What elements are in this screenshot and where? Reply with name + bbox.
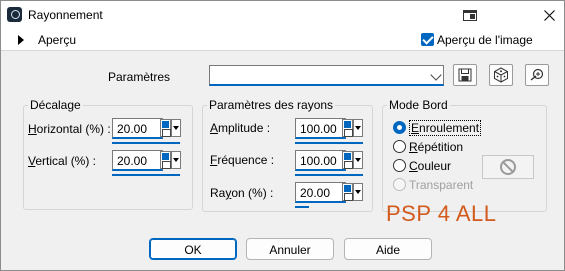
close-button[interactable] [535, 5, 563, 25]
edge-wrap-radio[interactable] [393, 121, 406, 134]
restore-preview-button[interactable] [456, 5, 484, 25]
offset-group-title: Décalage [28, 98, 83, 112]
chevron-down-icon [430, 69, 442, 81]
presets-combo[interactable] [209, 65, 444, 86]
cancel-button[interactable]: Annuler [246, 238, 334, 260]
radius-dropdown[interactable] [353, 183, 363, 201]
dialog-window: Rayonnement Aperçu Aperçu de l'image Par… [0, 0, 565, 271]
edge-repeat-radio[interactable] [393, 140, 406, 153]
amplitude-dropdown[interactable] [353, 119, 363, 137]
amplitude-slider[interactable] [295, 142, 363, 144]
expand-preview-icon[interactable] [18, 35, 24, 45]
radius-slider[interactable] [295, 206, 309, 208]
help-button[interactable]: Aide [344, 238, 432, 260]
horizontal-input[interactable]: 20.00 [112, 118, 163, 139]
edge-color-label[interactable]: Couleur [409, 159, 451, 173]
restore-preview-icon [463, 9, 477, 21]
vertical-label: Vertical (%) : [28, 154, 97, 168]
edge-wrap-label[interactable]: Enroulement [409, 120, 482, 136]
amplitude-input[interactable]: 100.00 [295, 118, 346, 139]
no-color-icon [500, 159, 516, 175]
frequency-spinner[interactable] [342, 151, 353, 169]
edge-transparent-radio [393, 178, 406, 191]
radius-input[interactable]: 20.00 [295, 182, 346, 203]
window-title: Rayonnement [28, 8, 103, 22]
save-preset-icon [458, 68, 472, 82]
ok-button[interactable]: OK [149, 238, 237, 260]
edge-transparent-label: Transparent [409, 178, 474, 192]
vertical-dropdown[interactable] [171, 151, 181, 169]
reset-button[interactable] [525, 64, 549, 86]
randomize-dice-icon [494, 67, 508, 83]
vertical-slider[interactable] [112, 174, 180, 176]
edge-color-swatch[interactable] [482, 155, 534, 179]
radius-label: Rayon (%) : [210, 186, 274, 200]
frequency-input[interactable]: 100.00 [295, 150, 346, 171]
title-bar: Rayonnement [1, 1, 564, 29]
edge-color-radio[interactable] [393, 159, 406, 172]
radius-spinner[interactable] [342, 183, 353, 201]
vertical-spinner[interactable] [160, 151, 171, 169]
horizontal-slider[interactable] [112, 142, 180, 144]
horizontal-label: Horizontal (%) : [28, 122, 111, 136]
frequency-slider[interactable] [295, 174, 363, 176]
preview-toggle-label[interactable]: Aperçu [38, 33, 76, 47]
presets-label: Paramètres [108, 70, 171, 84]
frequency-label: Fréquence : [210, 153, 275, 167]
reset-icon [530, 68, 544, 81]
save-preset-button[interactable] [453, 64, 477, 86]
horizontal-dropdown[interactable] [171, 119, 181, 137]
edge-mode-group-title: Mode Bord [387, 98, 450, 112]
frequency-dropdown[interactable] [353, 151, 363, 169]
horizontal-spinner[interactable] [160, 119, 171, 137]
edge-repeat-label[interactable]: Répétition [409, 140, 463, 154]
preview-bar: Aperçu Aperçu de l'image [1, 29, 564, 51]
close-icon [543, 9, 555, 21]
image-preview-checkbox[interactable] [421, 33, 434, 46]
vertical-input[interactable]: 20.00 [112, 150, 163, 171]
randomize-button[interactable] [489, 64, 513, 86]
amplitude-spinner[interactable] [342, 119, 353, 137]
app-icon [7, 7, 22, 22]
watermark-text: PSP 4 ALL [386, 201, 497, 226]
image-preview-label[interactable]: Aperçu de l'image [437, 33, 533, 47]
rays-group-title: Paramètres des rayons [207, 98, 336, 112]
amplitude-label: Amplitude : [210, 121, 271, 135]
